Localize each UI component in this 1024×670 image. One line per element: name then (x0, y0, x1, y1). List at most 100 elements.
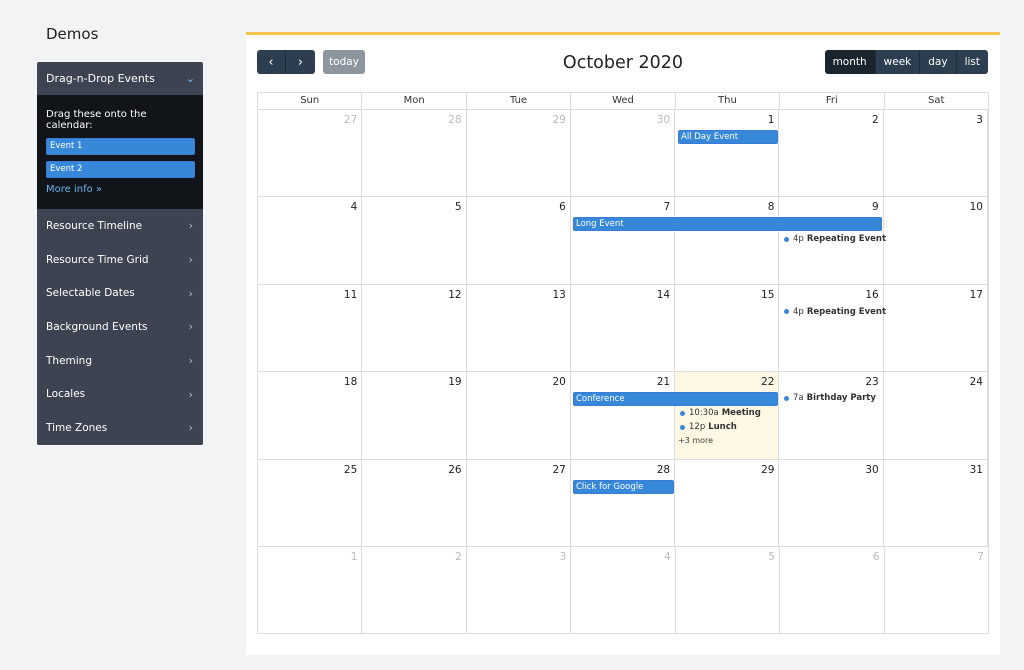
day-cell[interactable]: 3 (884, 110, 988, 197)
day-number[interactable]: 6 (559, 201, 566, 213)
day-cell[interactable]: 24 (884, 372, 988, 459)
day-number[interactable]: 5 (768, 551, 775, 563)
day-number[interactable]: 1 (351, 551, 358, 563)
day-cell[interactable]: 14 (571, 284, 676, 372)
day-cell[interactable]: 26 (362, 459, 467, 546)
sidebar-item-resource-timeline[interactable]: Resource Timeline › (37, 209, 203, 243)
sidebar-item-locales[interactable]: Locales › (37, 377, 203, 411)
day-cell[interactable]: 5 (676, 546, 781, 635)
day-cell[interactable]: 25 (258, 459, 363, 546)
day-number[interactable]: 27 (344, 114, 357, 126)
sidebar-item-drag-n-drop[interactable]: Drag-n-Drop Events ⌄ (37, 62, 203, 95)
day-number[interactable]: 16 (865, 289, 878, 301)
day-cell[interactable]: 6 (467, 197, 571, 284)
day-number[interactable]: 29 (552, 114, 565, 126)
day-view-button[interactable]: day (919, 50, 956, 74)
day-cell[interactable]: 29 (675, 459, 780, 546)
event-repeating[interactable]: 4p Repeating Event (784, 234, 886, 244)
day-cell[interactable]: 1 (258, 546, 363, 635)
day-cell[interactable]: 5 (362, 197, 467, 284)
day-number[interactable]: 14 (657, 289, 670, 301)
event-google[interactable]: Click for Google (573, 479, 674, 494)
day-number[interactable]: 1 (768, 114, 775, 126)
day-number[interactable]: 24 (970, 376, 983, 388)
day-cell[interactable]: 12 (362, 284, 467, 372)
day-cell[interactable]: 21 (571, 372, 676, 459)
week-view-button[interactable]: week (874, 50, 920, 74)
day-cell[interactable]: 16 (779, 284, 884, 372)
day-number[interactable]: 13 (552, 289, 565, 301)
day-cell[interactable]: 15 (675, 284, 780, 372)
day-cell[interactable]: 4 (258, 197, 363, 284)
event-conference[interactable]: Conference (573, 392, 778, 407)
month-view-button[interactable]: month (824, 50, 875, 74)
day-number[interactable]: 5 (455, 201, 462, 213)
day-number[interactable]: 3 (976, 114, 983, 126)
day-number[interactable]: 27 (552, 464, 565, 476)
day-cell[interactable]: 30 (779, 459, 884, 546)
day-number[interactable]: 19 (448, 376, 461, 388)
sidebar-item-selectable-dates[interactable]: Selectable Dates › (37, 276, 203, 310)
event-all-day[interactable]: All Day Event (678, 130, 778, 144)
day-number[interactable]: 11 (344, 289, 357, 301)
day-cell[interactable]: 28 (362, 110, 467, 197)
sidebar-item-theming[interactable]: Theming › (37, 344, 203, 378)
sidebar-item-time-zones[interactable]: Time Zones › (37, 411, 203, 445)
day-number[interactable]: 6 (873, 551, 880, 563)
day-cell[interactable]: 11 (258, 284, 363, 372)
day-number[interactable]: 26 (448, 464, 461, 476)
day-number[interactable]: 22 (761, 376, 774, 388)
day-cell[interactable]: 30 (571, 110, 676, 197)
day-number[interactable]: 18 (344, 376, 357, 388)
day-number[interactable]: 28 (657, 464, 670, 476)
day-number[interactable]: 7 (977, 551, 984, 563)
day-cell[interactable]: 8 (675, 197, 780, 284)
day-cell[interactable]: 1 (675, 110, 780, 197)
day-cell[interactable]: 28 (571, 459, 676, 546)
day-number[interactable]: 30 (865, 464, 878, 476)
more-events-link[interactable]: +3 more (678, 436, 713, 445)
day-number[interactable]: 21 (657, 376, 670, 388)
day-number[interactable]: 12 (448, 289, 461, 301)
day-cell[interactable]: 17 (884, 284, 988, 372)
day-cell[interactable]: 29 (467, 110, 571, 197)
more-info-link[interactable]: More info » (46, 184, 195, 195)
external-event-2[interactable]: Event 2 (46, 161, 195, 178)
event-birthday[interactable]: 7a Birthday Party (784, 393, 876, 403)
day-number[interactable]: 30 (657, 114, 670, 126)
day-number[interactable]: 3 (560, 551, 567, 563)
day-cell[interactable]: 2 (779, 110, 884, 197)
day-number[interactable]: 8 (768, 201, 775, 213)
day-number[interactable]: 17 (970, 289, 983, 301)
day-cell[interactable]: 7 (571, 197, 676, 284)
day-number[interactable]: 9 (872, 201, 879, 213)
list-view-button[interactable]: list (955, 50, 988, 74)
event-long[interactable]: Long Event (573, 217, 882, 232)
day-number[interactable]: 28 (448, 114, 461, 126)
day-cell[interactable]: 18 (258, 372, 363, 459)
sidebar-item-background-events[interactable]: Background Events › (37, 310, 203, 344)
day-cell[interactable]: 13 (467, 284, 571, 372)
day-number[interactable]: 10 (970, 201, 983, 213)
day-number[interactable]: 25 (344, 464, 357, 476)
day-number[interactable]: 7 (663, 201, 670, 213)
day-cell[interactable]: 10 (884, 197, 988, 284)
day-cell[interactable]: 3 (467, 546, 572, 635)
external-event-1[interactable]: Event 1 (46, 138, 195, 155)
day-cell[interactable]: 2 (362, 546, 467, 635)
sidebar-item-resource-time-grid[interactable]: Resource Time Grid › (37, 243, 203, 277)
day-cell[interactable]: 7 (885, 547, 988, 634)
day-cell[interactable]: 31 (884, 459, 988, 546)
day-number[interactable]: 31 (970, 464, 983, 476)
day-cell[interactable]: 4 (571, 546, 676, 635)
day-cell[interactable]: 19 (362, 372, 467, 459)
day-cell[interactable]: 23 (779, 372, 884, 459)
day-cell[interactable]: 27 (467, 459, 571, 546)
day-cell[interactable]: 6 (780, 546, 885, 635)
event-meeting[interactable]: 10:30a Meeting (680, 408, 761, 418)
event-lunch[interactable]: 12p Lunch (680, 422, 737, 432)
day-number[interactable]: 2 (872, 114, 879, 126)
day-number[interactable]: 23 (865, 376, 878, 388)
day-number[interactable]: 15 (761, 289, 774, 301)
day-cell[interactable]: 27 (258, 110, 363, 197)
